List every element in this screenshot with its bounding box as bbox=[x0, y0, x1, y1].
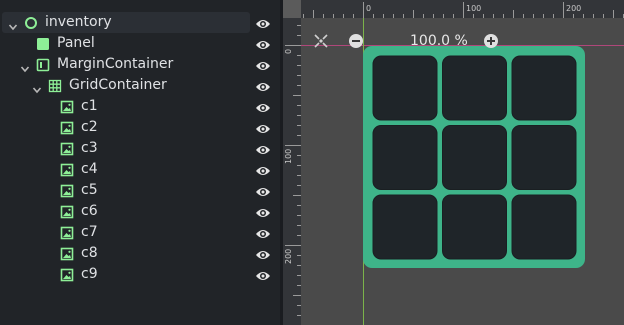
inventory-slot-c3 bbox=[511, 55, 577, 121]
tree-row-c4[interactable]: c4 bbox=[0, 159, 278, 180]
vertical-ruler[interactable]: 0 100 200 bbox=[283, 18, 301, 325]
visibility-eye-icon[interactable] bbox=[255, 226, 271, 240]
visibility-eye-icon[interactable] bbox=[255, 16, 271, 30]
tree-row-label: GridContainer bbox=[69, 77, 167, 93]
inventory-slot-c4 bbox=[372, 125, 438, 190]
inventory-slot-c6 bbox=[511, 125, 577, 190]
tree-row-inventory[interactable]: inventory bbox=[2, 12, 270, 33]
tree-row-c8[interactable]: c8 bbox=[0, 243, 278, 264]
canvas-viewport[interactable]: 0 100 200 0 100 200 100.0 % bbox=[283, 0, 624, 325]
expand-arrow-icon[interactable] bbox=[20, 59, 30, 73]
zoom-out-button[interactable] bbox=[348, 33, 364, 49]
scene-tree-panel: inventory Panel MarginContainer GridContain… bbox=[0, 0, 280, 325]
expand-arrow-icon[interactable] bbox=[32, 80, 42, 94]
texture-rect-icon bbox=[60, 120, 74, 135]
texture-rect-icon bbox=[60, 225, 74, 240]
horizontal-ruler[interactable]: 0 100 200 bbox=[301, 0, 624, 18]
inventory-slot-c2 bbox=[442, 55, 507, 121]
ruler-h-label: 200 bbox=[566, 4, 582, 13]
texture-rect-icon bbox=[60, 183, 74, 198]
visibility-eye-icon[interactable] bbox=[255, 37, 271, 51]
tree-row-label: Panel bbox=[57, 35, 95, 51]
ruler-v-label: 200 bbox=[284, 248, 293, 264]
inventory-slot-c7 bbox=[372, 194, 438, 260]
tree-row-c1[interactable]: c1 bbox=[0, 96, 278, 117]
tree-row-label: c7 bbox=[81, 224, 98, 240]
texture-rect-icon bbox=[60, 246, 74, 261]
tree-row-label: c6 bbox=[81, 203, 98, 219]
visibility-eye-icon[interactable] bbox=[255, 58, 271, 72]
tree-row-label: MarginContainer bbox=[57, 56, 174, 72]
tree-row-c9[interactable]: c9 bbox=[0, 264, 278, 285]
zoom-level-label[interactable]: 100.0 % bbox=[410, 33, 468, 49]
tree-row-c7[interactable]: c7 bbox=[0, 222, 278, 243]
tree-row-c5[interactable]: c5 bbox=[0, 180, 278, 201]
inventory-slot-c8 bbox=[442, 194, 507, 260]
visibility-eye-icon[interactable] bbox=[255, 142, 271, 156]
texture-rect-icon bbox=[60, 99, 74, 114]
tree-row-label: c5 bbox=[81, 182, 98, 198]
texture-rect-icon bbox=[60, 162, 74, 177]
visibility-eye-icon[interactable] bbox=[255, 268, 271, 282]
vertical-ruler-ticks bbox=[285, 25, 301, 316]
ruler-v-label: 100 bbox=[284, 148, 293, 164]
tree-row-gridcontainer[interactable]: GridContainer bbox=[0, 75, 278, 96]
texture-rect-icon bbox=[60, 204, 74, 219]
tree-row-label: c2 bbox=[81, 119, 98, 135]
visibility-eye-icon[interactable] bbox=[255, 205, 271, 219]
tree-row-c2[interactable]: c2 bbox=[0, 117, 278, 138]
center-view-icon[interactable] bbox=[313, 33, 329, 49]
tree-row-c6[interactable]: c6 bbox=[0, 201, 278, 222]
inventory-slot-c5 bbox=[442, 125, 507, 190]
inventory-slot-c9 bbox=[511, 194, 577, 260]
ruler-h-label: 100 bbox=[466, 4, 482, 13]
inventory-slot-c1 bbox=[372, 55, 438, 121]
visibility-eye-icon[interactable] bbox=[255, 100, 271, 114]
margin-container-icon bbox=[36, 57, 50, 72]
texture-rect-icon bbox=[60, 267, 74, 282]
ruler-v-label: 0 bbox=[284, 48, 293, 54]
panel-icon bbox=[36, 36, 50, 50]
tree-row-label: c3 bbox=[81, 140, 98, 156]
expand-arrow-icon[interactable] bbox=[8, 17, 18, 31]
visibility-eye-icon[interactable] bbox=[255, 163, 271, 177]
tree-row-label: c4 bbox=[81, 161, 98, 177]
visibility-eye-icon[interactable] bbox=[255, 184, 271, 198]
tree-row-label: c9 bbox=[81, 266, 98, 282]
tree-row-c3[interactable]: c3 bbox=[0, 138, 278, 159]
texture-rect-icon bbox=[60, 141, 74, 156]
zoom-in-button[interactable] bbox=[483, 33, 499, 49]
tree-row-margincontainer[interactable]: MarginContainer bbox=[0, 54, 278, 75]
grid-container-icon bbox=[48, 78, 62, 93]
tree-row-label: c8 bbox=[81, 245, 98, 261]
tree-row-panel[interactable]: Panel bbox=[0, 33, 278, 54]
visibility-eye-icon[interactable] bbox=[255, 79, 271, 93]
node-circle-icon bbox=[24, 15, 38, 29]
ruler-corner bbox=[283, 0, 301, 18]
ruler-h-label: 0 bbox=[366, 4, 372, 13]
visibility-eye-icon[interactable] bbox=[255, 247, 271, 261]
visibility-eye-icon[interactable] bbox=[255, 121, 271, 135]
tree-row-label: c1 bbox=[81, 98, 98, 114]
tree-row-label: inventory bbox=[45, 14, 112, 30]
